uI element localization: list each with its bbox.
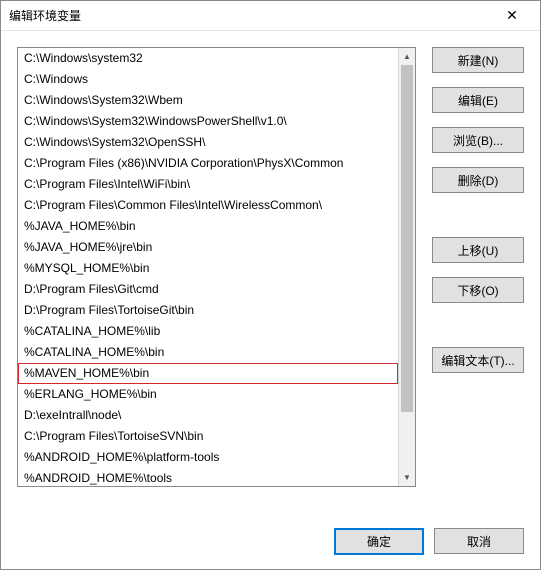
list-item[interactable]: C:\Windows <box>18 69 398 90</box>
scroll-down-button[interactable]: ▼ <box>399 469 415 486</box>
list-item[interactable]: %JAVA_HOME%\jre\bin <box>18 237 398 258</box>
list-item[interactable]: %ERLANG_HOME%\bin <box>18 384 398 405</box>
close-button[interactable]: ✕ <box>492 2 532 30</box>
list-item[interactable]: C:\Windows\System32\Wbem <box>18 90 398 111</box>
list-item[interactable]: %JAVA_HOME%\bin <box>18 216 398 237</box>
movedown-button[interactable]: 下移(O) <box>432 277 524 303</box>
list-item[interactable]: C:\Program Files\TortoiseSVN\bin <box>18 426 398 447</box>
new-button[interactable]: 新建(N) <box>432 47 524 73</box>
list-item[interactable]: C:\Windows\System32\WindowsPowerShell\v1… <box>18 111 398 132</box>
path-list-inner: C:\Windows\system32C:\WindowsC:\Windows\… <box>18 48 398 486</box>
titlebar: 编辑环境变量 ✕ <box>1 1 540 31</box>
dialog-window: 编辑环境变量 ✕ C:\Windows\system32C:\WindowsC:… <box>0 0 541 570</box>
ok-button[interactable]: 确定 <box>334 528 424 555</box>
edittext-button[interactable]: 编辑文本(T)... <box>432 347 524 373</box>
list-item[interactable]: D:\exeIntrall\node\ <box>18 405 398 426</box>
list-item[interactable]: C:\Program Files\Intel\WiFi\bin\ <box>18 174 398 195</box>
delete-button[interactable]: 删除(D) <box>432 167 524 193</box>
list-item[interactable]: C:\Windows\System32\OpenSSH\ <box>18 132 398 153</box>
cancel-button[interactable]: 取消 <box>434 528 524 554</box>
button-column: 新建(N) 编辑(E) 浏览(B)... 删除(D) 上移(U) 下移(O) 编… <box>432 47 524 513</box>
list-item[interactable]: %MAVEN_HOME%\bin <box>18 363 398 384</box>
list-item[interactable]: %CATALINA_HOME%\bin <box>18 342 398 363</box>
list-item[interactable]: C:\Program Files\Common Files\Intel\Wire… <box>18 195 398 216</box>
path-listbox[interactable]: C:\Windows\system32C:\WindowsC:\Windows\… <box>17 47 416 487</box>
list-item[interactable]: C:\Windows\system32 <box>18 48 398 69</box>
list-item[interactable]: D:\Program Files\TortoiseGit\bin <box>18 300 398 321</box>
list-item[interactable]: C:\Program Files (x86)\NVIDIA Corporatio… <box>18 153 398 174</box>
window-title: 编辑环境变量 <box>9 7 492 24</box>
list-item[interactable]: D:\Program Files\Git\cmd <box>18 279 398 300</box>
edit-button[interactable]: 编辑(E) <box>432 87 524 113</box>
list-item[interactable]: %MYSQL_HOME%\bin <box>18 258 398 279</box>
dialog-body: C:\Windows\system32C:\WindowsC:\Windows\… <box>1 31 540 513</box>
scroll-track[interactable] <box>399 65 415 469</box>
scroll-thumb[interactable] <box>401 65 413 412</box>
list-item[interactable]: %CATALINA_HOME%\lib <box>18 321 398 342</box>
browse-button[interactable]: 浏览(B)... <box>432 127 524 153</box>
list-item[interactable]: %ANDROID_HOME%\tools <box>18 468 398 486</box>
scrollbar[interactable]: ▲ ▼ <box>398 48 415 486</box>
close-icon: ✕ <box>506 7 518 24</box>
list-item[interactable]: %ANDROID_HOME%\platform-tools <box>18 447 398 468</box>
scroll-up-button[interactable]: ▲ <box>399 48 415 65</box>
dialog-footer: 确定 取消 <box>1 513 540 569</box>
moveup-button[interactable]: 上移(U) <box>432 237 524 263</box>
